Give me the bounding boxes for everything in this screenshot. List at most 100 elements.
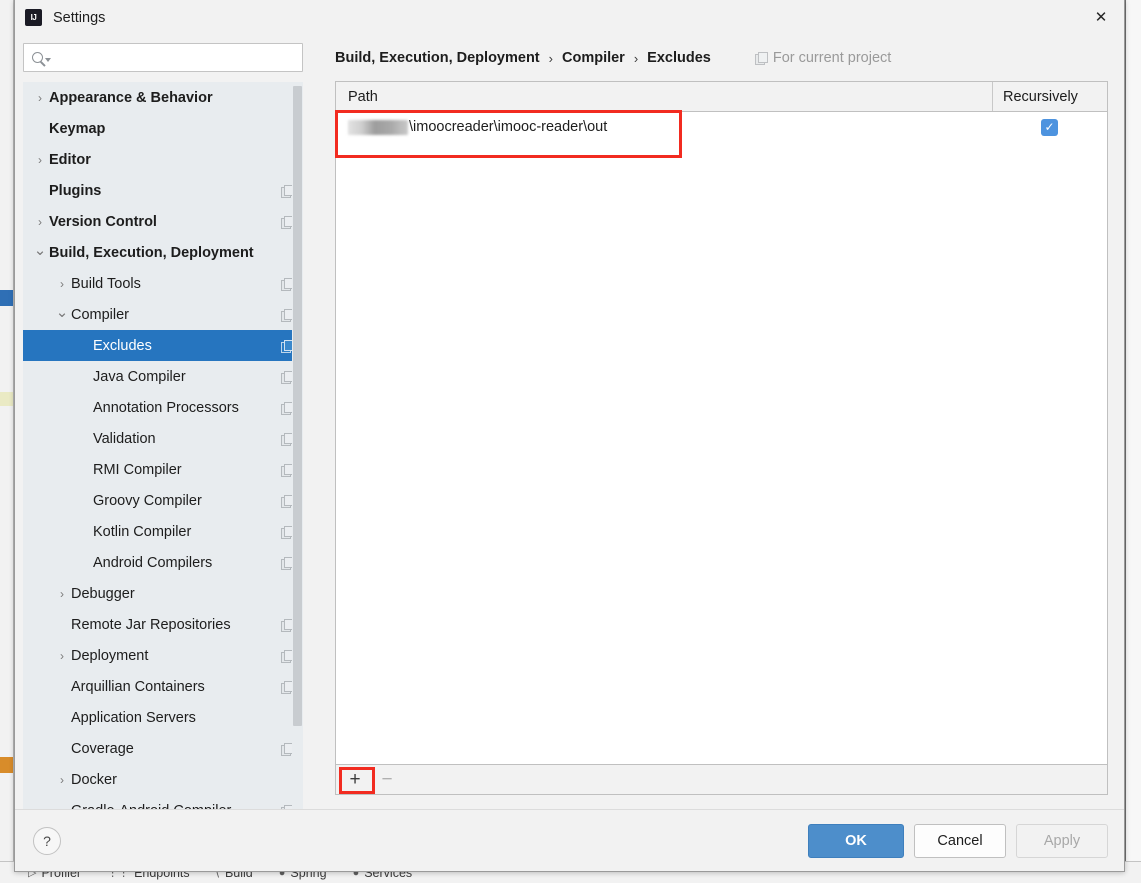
sidebar-item-build-execution-deployment[interactable]: ⌄ Build, Execution, Deployment [23,237,303,268]
sidebar-item-gradle-android-compiler[interactable]: Gradle-Android Compiler [23,795,303,809]
sidebar-scrollbar-thumb[interactable] [293,86,302,726]
dialog-title: Settings [53,9,106,26]
sidebar-item-label: Build, Execution, Deployment [49,244,254,261]
recursively-checkbox[interactable]: ✓ [1041,118,1058,136]
sidebar-item-kotlin-compiler[interactable]: Kotlin Compiler [23,516,303,547]
ide-left-strip-marker-orange [0,757,13,773]
sidebar-item-label: Validation [93,430,156,447]
sidebar-item-android-compilers[interactable]: Android Compilers [23,547,303,578]
ok-button[interactable]: OK [808,823,904,858]
table-row[interactable]: \imoocreader\imooc-reader\out ✓ [336,112,1107,142]
chevron-right-icon[interactable]: › [31,153,49,167]
column-header-path[interactable]: Path [336,89,992,105]
sidebar-item-compiler[interactable]: ⌄ Compiler [23,299,303,330]
sidebar-item-label: Application Servers [71,709,196,726]
breadcrumb-item-2: Excludes [647,50,711,66]
sidebar-item-rmi-compiler[interactable]: RMI Compiler [23,454,303,485]
ide-left-strip-marker-yellow [0,392,13,406]
sidebar-item-label: Debugger [71,585,135,602]
sidebar-item-build-tools[interactable]: › Build Tools [23,268,303,299]
sidebar-item-deployment[interactable]: › Deployment [23,640,303,671]
chevron-right-icon[interactable]: › [53,277,71,291]
column-header-recursively[interactable]: Recursively [992,82,1107,111]
sidebar-item-label: RMI Compiler [93,461,182,478]
chevron-right-icon[interactable]: › [53,587,71,601]
sidebar-item-java-compiler[interactable]: Java Compiler [23,361,303,392]
cell-path[interactable]: \imoocreader\imooc-reader\out [336,119,992,135]
sidebar-item-groovy-compiler[interactable]: Groovy Compiler [23,485,303,516]
close-icon[interactable]: ✕ [1078,0,1124,34]
settings-main-panel: Build, Execution, Deployment › Compiler … [315,35,1124,809]
chevron-right-icon[interactable]: › [31,91,49,105]
sidebar-item-label: Arquillian Containers [71,678,205,695]
ide-left-strip-marker-blue [0,290,13,306]
project-scope-icon [754,52,768,65]
ide-right-toolwindow-strip [1125,0,1141,883]
sidebar-item-label: Docker [71,771,117,788]
plus-icon[interactable]: + [340,767,370,793]
breadcrumb-item-0[interactable]: Build, Execution, Deployment [335,50,540,66]
sidebar-item-label: Android Compilers [93,554,213,571]
sidebar-item-label: Keymap [49,120,106,137]
breadcrumb-separator: › [548,50,553,66]
search-box[interactable] [23,43,303,72]
breadcrumb: Build, Execution, Deployment › Compiler … [335,35,1108,81]
sidebar-item-label: Remote Jar Repositories [71,616,231,633]
sidebar-item-remote-jar-repositories[interactable]: Remote Jar Repositories [23,609,303,640]
cell-recursively[interactable]: ✓ [992,118,1107,136]
chevron-right-icon[interactable]: › [53,773,71,787]
sidebar-item-annotation-processors[interactable]: Annotation Processors [23,392,303,423]
sidebar-item-version-control[interactable]: › Version Control [23,206,303,237]
sidebar-scrollbar[interactable] [292,82,303,809]
ide-left-toolwindow-strip [0,0,14,883]
settings-sidebar: › Appearance & Behavior Keymap › Editor Plugi… [15,35,315,809]
scope-label: For current project [772,50,892,66]
sidebar-item-label: Gradle-Android Compiler [71,803,281,810]
minus-icon[interactable]: − [372,767,402,793]
cell-path-text: \imoocreader\imooc-reader\out [409,119,608,135]
dialog-body: › Appearance & Behavior Keymap › Editor Plugi… [15,35,1124,809]
dialog-title-bar: Settings ✕ [15,0,1124,35]
table-toolbar: + − [336,764,1107,794]
chevron-right-icon[interactable]: › [53,649,71,663]
sidebar-item-validation[interactable]: Validation [23,423,303,454]
breadcrumb-separator: › [633,50,639,66]
sidebar-item-application-servers[interactable]: Application Servers [23,702,303,733]
sidebar-item-plugins[interactable]: Plugins [23,175,303,206]
settings-tree[interactable]: › Appearance & Behavior Keymap › Editor Plugi… [23,82,303,809]
sidebar-item-label: Deployment [71,647,149,664]
sidebar-item-label: Java Compiler [93,368,186,385]
sidebar-item-excludes[interactable]: Excludes [23,330,303,361]
chevron-right-icon[interactable]: › [31,215,49,229]
sidebar-item-debugger[interactable]: › Debugger [23,578,303,609]
sidebar-item-label: Plugins [49,182,102,199]
main-panel-spacer [335,795,1108,809]
sidebar-item-label: Kotlin Compiler [93,523,192,540]
search-icon [32,52,51,63]
sidebar-item-docker[interactable]: › Docker [23,764,303,795]
redacted-path-prefix [348,119,408,135]
sidebar-item-label: Annotation Processors [93,399,239,416]
sidebar-item-editor[interactable]: › Editor [23,144,303,175]
sidebar-item-coverage[interactable]: Coverage [23,733,303,764]
sidebar-item-arquillian-containers[interactable]: Arquillian Containers [23,671,303,702]
chevron-down-icon[interactable]: ⌄ [31,241,49,259]
sidebar-item-keymap[interactable]: Keymap [23,113,303,144]
chevron-down-icon[interactable]: ⌄ [53,303,71,321]
sidebar-item-label: Compiler [71,306,130,323]
sidebar-item-label: Coverage [71,740,134,757]
table-body: \imoocreader\imooc-reader\out ✓ [336,112,1107,764]
cancel-button[interactable]: Cancel [914,823,1006,858]
scope-indicator: For current project [754,50,892,66]
help-icon[interactable]: ? [33,826,61,855]
sidebar-item-label: Editor [49,151,91,168]
search-container [23,35,315,82]
excludes-table: Path Recursively \imoocreader\imooc-read… [335,81,1108,795]
sidebar-item-label: Version Control [49,213,157,230]
sidebar-item-label: Build Tools [71,275,141,292]
breadcrumb-item-1[interactable]: Compiler [562,50,625,66]
search-input[interactable] [57,49,294,66]
table-header: Path Recursively [336,82,1107,112]
sidebar-item-appearance-behavior[interactable]: › Appearance & Behavior [23,82,303,113]
sidebar-item-label: Groovy Compiler [93,492,202,509]
